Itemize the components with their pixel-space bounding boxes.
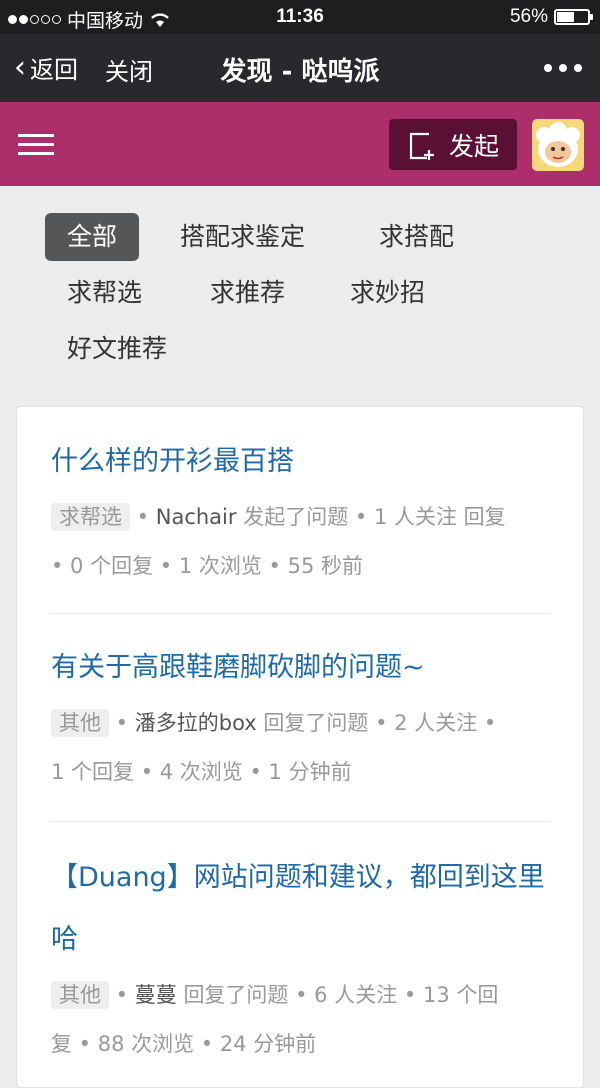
question-title[interactable]: 什么样的开衫最百搭 [51, 431, 551, 493]
filter-recommend[interactable]: 求推荐 [188, 269, 307, 317]
divider [51, 821, 551, 822]
question-stats: • 6 人关注 • 13 个回 [295, 983, 499, 1007]
status-right: 56% [509, 6, 593, 28]
question-stats: • 2 人关注 • [375, 711, 497, 735]
filter-articles[interactable]: 好文推荐 [45, 325, 189, 373]
status-bar: 中国移动 11:36 56% [0, 0, 600, 34]
filter-outfit-review[interactable]: 搭配求鉴定 [158, 213, 327, 261]
question-title[interactable]: 有关于高跟鞋磨脚砍脚的问题~ [51, 637, 551, 699]
question-stats-cont: 1 个回复 • 4 次浏览 • 1 分钟前 [51, 760, 352, 784]
avatar[interactable] [532, 119, 584, 171]
nav-bar: ‹ 返回 关闭 发现 - 哒呜派 [0, 34, 600, 102]
question-user[interactable]: 蔓蔓 [135, 983, 177, 1007]
battery-icon [554, 9, 593, 25]
filter-help-choose[interactable]: 求帮选 [45, 269, 164, 317]
question-title[interactable]: 【Duang】网站问题和建议，都回到这里哈 [51, 847, 551, 971]
question-meta: 其他 • 潘多拉的box 回复了问题 • 2 人关注 • 1 个回复 • 4 次… [51, 709, 497, 784]
question-tag[interactable]: 求帮选 [51, 503, 130, 531]
hamburger-menu-icon[interactable] [18, 134, 54, 156]
question-action: 发起了问题 [243, 505, 349, 529]
filter-all[interactable]: 全部 [45, 213, 140, 261]
more-icon[interactable] [544, 64, 582, 72]
battery-percent: 56% [509, 6, 548, 27]
launch-label: 发起 [448, 131, 499, 161]
question-meta: 其他 • 蔓蔓 回复了问题 • 6 人关注 • 13 个回 复 • 88 次浏览… [51, 981, 499, 1056]
question-stats: • 1 人关注 回复 [354, 505, 506, 529]
question-tag[interactable]: 其他 [51, 709, 109, 737]
question-stats-cont: • 0 个回复 • 1 次浏览 • 55 秒前 [51, 554, 364, 578]
list-item: 有关于高跟鞋磨脚砍脚的问题~ 其他 • 潘多拉的box 回复了问题 • 2 人关… [51, 637, 551, 797]
launch-question-button[interactable]: 发起 [389, 119, 517, 170]
filter-match[interactable]: 求搭配 [357, 213, 476, 261]
divider [51, 613, 551, 614]
page-title: 发现 - 哒呜派 [220, 57, 380, 87]
question-list: 什么样的开衫最百搭 求帮选 • Nachair 发起了问题 • 1 人关注 回复… [16, 406, 584, 1088]
question-tag[interactable]: 其他 [51, 981, 109, 1009]
filter-tips[interactable]: 求妙招 [328, 269, 447, 317]
list-item: 什么样的开衫最百搭 求帮选 • Nachair 发起了问题 • 1 人关注 回复… [51, 431, 551, 591]
question-stats-cont: 复 • 88 次浏览 • 24 分钟前 [51, 1032, 317, 1056]
question-user[interactable]: 潘多拉的box [135, 711, 257, 735]
compose-icon [409, 132, 434, 160]
app-header: 发起 [0, 102, 600, 186]
list-item: 【Duang】网站问题和建议，都回到这里哈 其他 • 蔓蔓 回复了问题 • 6 … [51, 847, 551, 1069]
question-action: 回复了问题 [263, 711, 369, 735]
question-user[interactable]: Nachair [156, 505, 237, 529]
question-meta: 求帮选 • Nachair 发起了问题 • 1 人关注 回复 • 0 个回复 •… [51, 503, 506, 578]
question-action: 回复了问题 [183, 983, 289, 1007]
